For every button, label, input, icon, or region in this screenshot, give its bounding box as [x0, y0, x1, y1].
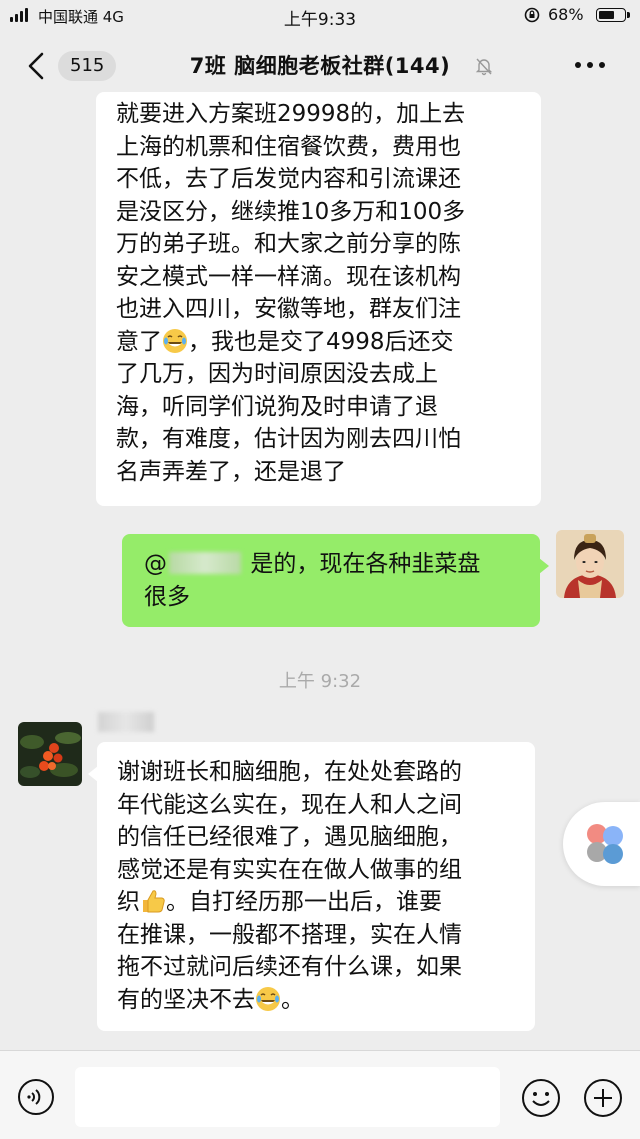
message-text: 有的坚决不去 [117, 986, 255, 1013]
message-line: 了几万，因为时间原因没去成上 [116, 361, 438, 387]
message-text: 是的，现在各种韭菜盘 [250, 551, 481, 577]
message-line: @ 是的，现在各种韭菜盘 [144, 548, 528, 581]
more-options-icon[interactable] [575, 62, 607, 70]
mention-name-redacted [169, 552, 241, 574]
message-line: 安之模式一样一样滴。现在该机构 [116, 263, 461, 290]
message-line: 感觉还是有实实在在做人做事的组 [117, 856, 462, 883]
message-text: 。自打经历那一出后，谁要 [166, 889, 442, 915]
message-line: 谢谢班长和脑细胞，在处处套路的 [117, 759, 462, 785]
message-line: 不低，去了后发觉内容和引流课还 [116, 166, 461, 192]
battery-icon [596, 8, 630, 22]
message-text: ，我也是交了4998后还交 [188, 328, 454, 355]
face-with-tears-of-joy-icon [163, 328, 187, 353]
message-line: 年代能这么实在，现在人和人之间 [117, 791, 462, 818]
message-bubble-incoming[interactable]: 就要进入方案班29998的，加上去 上海的机票和住宿餐饮费，费用也 不低，去了后… [96, 92, 541, 506]
message-line: 是没区分，继续推10多万和100多 [116, 198, 466, 225]
battery-percentage: 68% [548, 5, 584, 24]
mention-prefix: @ [144, 551, 167, 577]
message-line: 也进入四川，安徽等地，群友们注 [116, 296, 461, 322]
emoji-icon[interactable] [521, 1078, 561, 1118]
message-bubble-outgoing[interactable]: @ 是的，现在各种韭菜盘 很多 [122, 534, 549, 627]
message-line: 款，有难度，估计因为刚去四川怕 [116, 426, 461, 452]
avatar-self[interactable] [556, 530, 624, 598]
face-with-tears-of-joy-icon [256, 986, 280, 1011]
message-line: 很多 [144, 583, 190, 610]
message-timestamp: 上午 9:32 [278, 671, 362, 692]
message-line: 万的弟子班。和大家之前分享的陈 [116, 231, 461, 257]
rotation-lock-icon [524, 7, 540, 23]
floating-window-icon[interactable] [563, 802, 640, 886]
clock: 上午9:33 [283, 10, 357, 30]
message-line: 就要进入方案班29998的，加上去 [116, 101, 466, 127]
sender-name-redacted [98, 712, 154, 732]
message-line: 意了 ，我也是交了4998后还交 [116, 326, 531, 359]
message-text: 意了 [116, 328, 162, 355]
mute-bell-icon [475, 58, 493, 76]
message-line: 上海的机票和住宿餐饮费，费用也 [116, 133, 461, 160]
message-text: 。 [281, 986, 304, 1013]
avatar-other[interactable] [18, 722, 82, 786]
message-line: 拖不过就问后续还有什么课，如果 [117, 954, 462, 980]
message-line: 在推课，一般都不搭理，实在人情 [117, 921, 462, 948]
message-line: 的信任已经很难了，遇见脑细胞， [117, 824, 462, 850]
message-line: 织。自打经历那一出后，谁要 [117, 886, 525, 919]
message-text: 织 [117, 889, 140, 915]
chat-header: 515 7班 脑细胞老板社群(144) [0, 32, 640, 100]
chat-title: 7班 脑细胞老板社群(144) [189, 54, 451, 78]
voice-input-icon[interactable] [17, 1078, 55, 1116]
thumbs-up-icon [143, 890, 165, 913]
plus-icon[interactable] [583, 1078, 623, 1118]
status-bar: 中国联通 4G 上午9:33 68% [0, 0, 640, 32]
message-text-field[interactable] [75, 1067, 500, 1127]
message-bubble-incoming[interactable]: 谢谢班长和脑细胞，在处处套路的 年代能这么实在，现在人和人之间 的信任已经很难了… [88, 742, 535, 1031]
message-line: 名声弄差了，还是退了 [116, 458, 346, 485]
message-input-bar [0, 1050, 640, 1139]
message-line: 有的坚决不去。 [117, 984, 525, 1017]
message-line: 海，听同学们说狗及时申请了退 [116, 393, 438, 420]
